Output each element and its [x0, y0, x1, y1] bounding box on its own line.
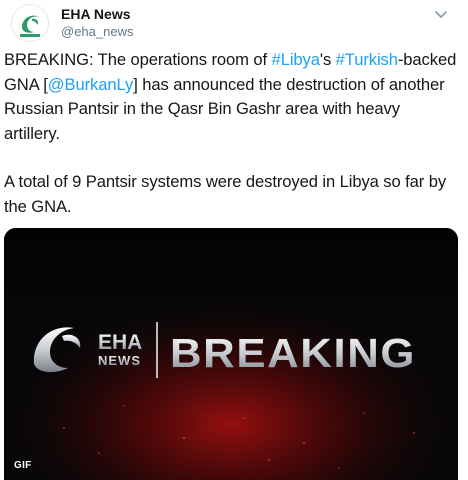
hashtag-libya-link[interactable]: #Libya — [272, 50, 320, 69]
mention-burkanly-link[interactable]: @BurkanLy — [48, 75, 134, 94]
tweet-card: EHA News @eha_news BREAKING: The operati… — [0, 0, 468, 480]
author-handle[interactable]: @eha_news — [61, 23, 133, 40]
chevron-down-icon[interactable] — [433, 6, 449, 22]
media-headline: BREAKING — [170, 330, 416, 376]
hashtag-turkish-link[interactable]: #Turkish — [336, 50, 398, 69]
tweet-paragraph-1: BREAKING: The operations room of #Libya'… — [4, 48, 459, 146]
media-logo-line1: EHA — [98, 331, 142, 354]
divider — [156, 322, 158, 378]
gif-badge: GIF — [14, 460, 32, 471]
media-logo-line2: NEWS — [98, 353, 141, 368]
eha-news-logo-icon — [12, 5, 48, 41]
media-gif[interactable]: EHA NEWS BREAKING GIF — [4, 228, 458, 480]
media-frame: EHA NEWS BREAKING — [4, 228, 458, 480]
author-display-name[interactable]: EHA News — [61, 5, 133, 23]
text-segment: 's — [319, 50, 336, 69]
text-segment: BREAKING: The operations room of — [4, 50, 272, 69]
tweet-paragraph-2: A total of 9 Pantsir systems were destro… — [4, 172, 447, 216]
tweet-header: EHA News @eha_news — [11, 4, 461, 44]
tweet-text: BREAKING: The operations room of #Libya'… — [4, 48, 459, 219]
avatar[interactable] — [11, 4, 49, 42]
